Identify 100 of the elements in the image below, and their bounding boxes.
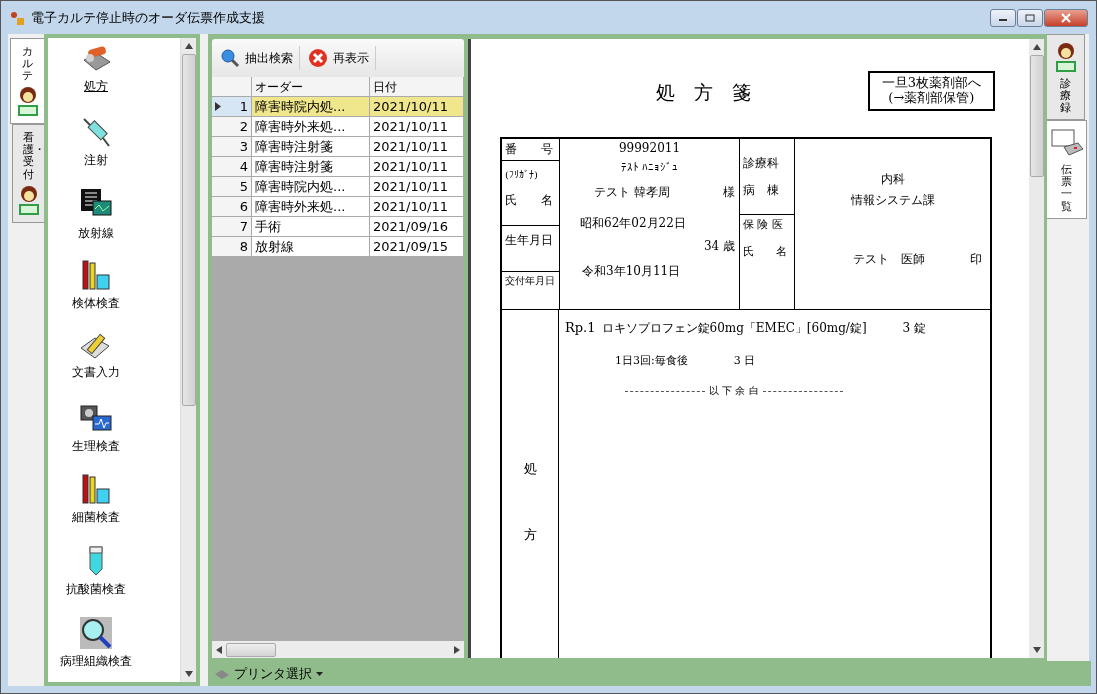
drug-name: ロキソプロフェン錠60mg「EMEC」[60mg/錠] (601, 320, 867, 337)
honorific: 様 (723, 184, 735, 201)
row-header[interactable]: 6 (212, 197, 252, 217)
scroll-down-arrow-icon[interactable] (1032, 647, 1041, 653)
department: 内科 (880, 171, 905, 188)
caret-icon (316, 671, 323, 676)
row-number: 1 (239, 97, 248, 116)
end-mark: 以 下 余 白 (709, 384, 759, 398)
nav-item[interactable]: 抗酸菌検査 (66, 538, 126, 611)
table-cell[interactable]: 2021/09/16 (370, 217, 464, 237)
field-label: 保 険 医 (743, 217, 784, 232)
scrollbar[interactable] (1029, 39, 1044, 658)
column-header[interactable]: オーダー (252, 77, 370, 97)
table-cell[interactable]: 放射線 (252, 237, 370, 257)
row-number: 2 (239, 117, 248, 136)
table-cell[interactable]: 2021/09/15 (370, 237, 464, 257)
nav-item[interactable]: 文書入力 (72, 324, 120, 396)
table-cell[interactable]: 2021/10/11 (370, 177, 464, 197)
nav-item[interactable]: 細菌検査 (72, 467, 120, 539)
row-header[interactable]: 8 (212, 237, 252, 257)
row-number: 7 (239, 217, 248, 236)
field-label: 処 (523, 460, 537, 478)
age: 34 歳 (702, 238, 735, 255)
field-label: 番 号 (505, 141, 554, 158)
row-header[interactable]: 7 (212, 217, 252, 237)
field-label: 方 (523, 526, 537, 544)
scroll-thumb[interactable] (181, 54, 196, 406)
rp-number: Rp.1 (565, 320, 596, 335)
table-cell[interactable]: 2021/10/11 (370, 137, 464, 157)
close-button[interactable] (1044, 9, 1088, 27)
row-number: 5 (239, 177, 248, 196)
issue-date: 令和3年10月11日 (581, 263, 682, 280)
test-tube-icon (86, 544, 106, 577)
patient-name: テスト 韓孝周 (594, 184, 670, 201)
row-number: 3 (239, 137, 248, 156)
scrollbar[interactable] (180, 38, 196, 682)
test-tubes-icon (80, 473, 112, 506)
scroll-left-arrow-icon[interactable] (216, 645, 222, 654)
nav-item[interactable]: 検体検査 (72, 252, 120, 325)
days: 3 日 (733, 353, 756, 368)
minimize-button[interactable] (990, 9, 1016, 27)
side-tab[interactable]: 伝票一覧 (1047, 120, 1087, 219)
row-number: 8 (239, 237, 248, 256)
table-cell[interactable]: 手術 (252, 217, 370, 237)
note-box: 一旦3枚薬剤部へ (→薬剤部保管) (867, 71, 995, 111)
nav-item[interactable]: 放射線 (78, 181, 114, 253)
scroll-thumb[interactable] (226, 642, 276, 657)
field-label: 氏 名 (505, 192, 554, 209)
side-tab[interactable]: カルテ (10, 38, 44, 125)
field-label: 生年月日 (505, 232, 554, 249)
scroll-up-arrow-icon[interactable] (184, 43, 193, 49)
table-cell[interactable]: 障害時外来処... (252, 117, 370, 137)
field-label: 氏 名 (743, 244, 788, 259)
nav-item[interactable]: 病理組織検査 (60, 610, 132, 682)
patient-furigana: ﾃｽﾄ ﾊﾆｮｼﾞｭ (619, 161, 680, 174)
field-label: 交付年月日 (505, 274, 556, 288)
toolbar-button[interactable]: 抽出検索 (218, 46, 300, 70)
table-cell[interactable]: 障害時院内処... (252, 97, 370, 117)
birth-date: 昭和62年02月22日 (579, 215, 687, 232)
row-header[interactable]: 2 (212, 117, 252, 137)
maximize-button[interactable] (1017, 9, 1043, 27)
nav-item[interactable]: 注射 (81, 109, 111, 182)
field-label: 診療科 (743, 154, 780, 172)
table-cell[interactable]: 2021/10/11 (370, 197, 464, 217)
nav-item[interactable]: 生理検査 (72, 395, 120, 468)
syringe-icon (81, 115, 111, 148)
search-icon (220, 48, 240, 68)
column-header[interactable]: 日付 (370, 77, 464, 97)
close-icon (308, 48, 328, 68)
scroll-thumb[interactable] (1029, 55, 1044, 177)
side-tab[interactable]: 診療録 (1047, 34, 1085, 121)
document-title: 処 方 箋 (655, 80, 753, 105)
scroll-right-arrow-icon[interactable] (454, 645, 460, 654)
table-cell[interactable]: 2021/10/11 (370, 117, 464, 137)
row-pointer-icon (215, 101, 221, 111)
window-title: 電子カルテ停止時のオーダ伝票作成支援 (31, 8, 266, 27)
scroll-down-arrow-icon[interactable] (184, 671, 193, 677)
table-cell[interactable]: 障害時院内処... (252, 177, 370, 197)
side-tab[interactable]: 看護・受付 (12, 124, 44, 223)
row-header[interactable]: 4 (212, 157, 252, 177)
maximize-icon (1025, 14, 1035, 22)
table-cell[interactable]: 2021/10/11 (370, 157, 464, 177)
printer-select-button[interactable]: プリンタ選択 (214, 664, 323, 683)
row-header[interactable]: 1 (212, 97, 252, 117)
field-label: (ﾌﾘｶﾞﾅ) (505, 169, 539, 180)
scroll-up-arrow-icon[interactable] (1032, 44, 1041, 50)
seal-mark: 印 (970, 251, 982, 268)
nav-item[interactable]: 処方 (80, 38, 112, 110)
scrollbar[interactable] (212, 641, 464, 658)
toolbar-button[interactable]: 再表示 (306, 46, 376, 70)
row-number: 6 (239, 197, 248, 216)
table-cell[interactable]: 2021/10/11 (370, 97, 464, 117)
table-cell[interactable]: 障害時注射箋 (252, 157, 370, 177)
close-icon (1060, 13, 1072, 23)
row-header[interactable]: 3 (212, 137, 252, 157)
table-cell[interactable]: 障害時注射箋 (252, 137, 370, 157)
table-cell[interactable]: 障害時外来処... (252, 197, 370, 217)
header-corner (212, 77, 252, 97)
test-tubes-icon (80, 258, 112, 291)
row-header[interactable]: 5 (212, 177, 252, 197)
